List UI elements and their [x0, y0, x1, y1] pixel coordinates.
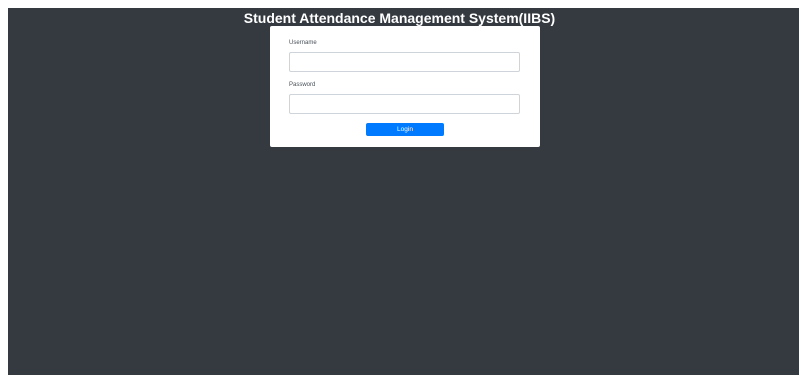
page-title: Student Attendance Management System(IIB…: [243, 10, 556, 26]
page-background: Student Attendance Management System(IIB…: [8, 8, 799, 375]
username-input[interactable]: [289, 52, 520, 72]
password-label: Password: [289, 82, 316, 88]
login-card: Username Password Login: [270, 26, 540, 147]
username-label: Username: [289, 40, 317, 46]
login-button[interactable]: Login: [366, 123, 444, 136]
password-input[interactable]: [289, 94, 520, 114]
